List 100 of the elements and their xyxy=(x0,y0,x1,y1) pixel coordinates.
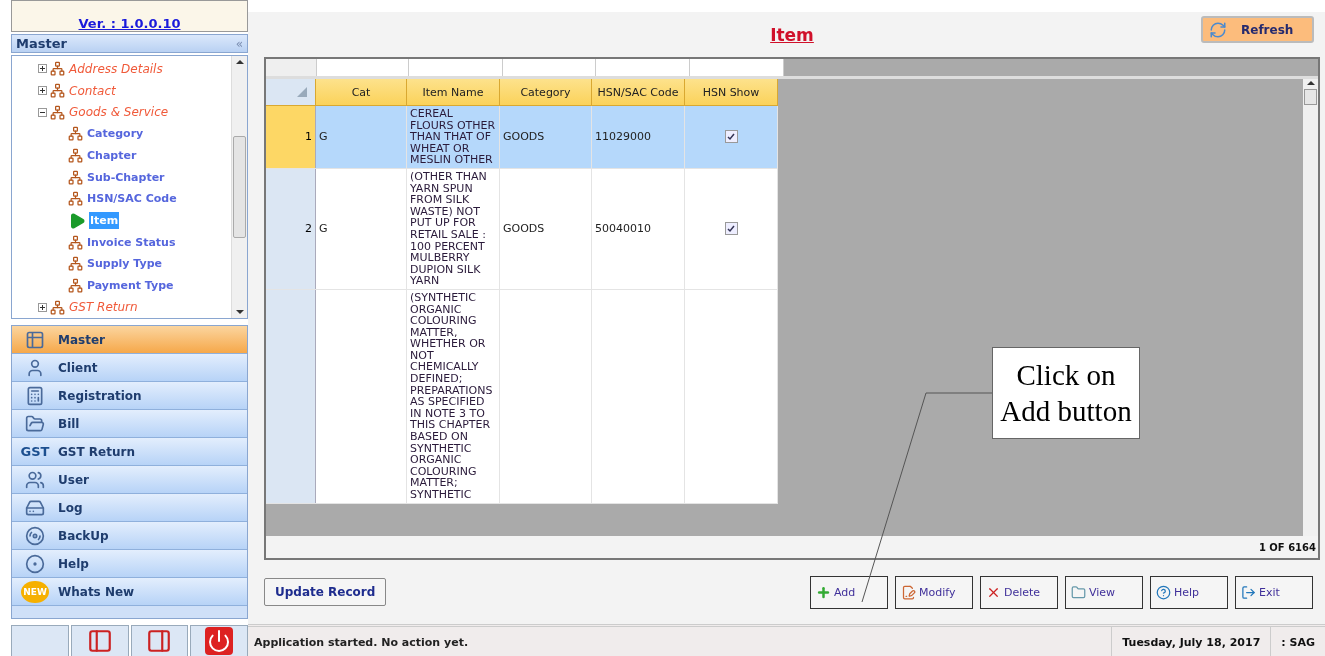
update-record-button[interactable]: Update Record xyxy=(264,578,387,606)
tree-item[interactable]: Category xyxy=(86,125,145,143)
scrollbar[interactable] xyxy=(231,56,247,318)
refresh-button[interactable]: Refresh xyxy=(1201,16,1314,43)
table-cell: 50040010 xyxy=(595,222,651,236)
table-cell: GOODS xyxy=(503,130,545,144)
nav-item[interactable]: User xyxy=(12,466,247,494)
nav-icon xyxy=(25,385,45,406)
nav-item[interactable]: Bill xyxy=(12,410,247,438)
table-cell-text: (SYNTHETIC ORGANIC COLOURING MATTER, WHETHER OR NOT CHEMICALLY DEFINED; PREPARATIONS AS SPECIFIED IN NOTE 3 TO THIS CHAPTER BASED ON SYNTHETIC ORGANIC COLOURING MATTER; SYNTHETIC xyxy=(410,291,494,501)
refresh-icon xyxy=(1209,20,1227,39)
node-icon xyxy=(50,299,65,315)
node-icon xyxy=(68,191,83,207)
node-icon xyxy=(68,169,83,185)
filter-field[interactable] xyxy=(409,59,503,76)
nav-item[interactable]: Log xyxy=(12,494,247,522)
arrow-icon xyxy=(68,211,86,230)
tree-item[interactable]: Invoice Status xyxy=(86,233,177,251)
exit-icon xyxy=(1241,584,1256,600)
badge-icon: NEW xyxy=(21,580,49,603)
panel-title: Master xyxy=(16,36,67,51)
status-message: Application started. No action yet. xyxy=(253,635,470,649)
filter-field[interactable] xyxy=(596,59,690,76)
column-header[interactable]: HSN Show xyxy=(685,79,778,106)
tree-item[interactable]: Chapter xyxy=(86,147,138,164)
node-icon xyxy=(68,126,83,142)
row-header[interactable]: 1 xyxy=(266,106,316,168)
row-header[interactable] xyxy=(266,289,316,503)
folder-icon xyxy=(1071,584,1086,600)
column-header[interactable]: Item Name xyxy=(407,79,500,106)
action-button[interactable]: Modify xyxy=(895,575,973,609)
action-button[interactable]: Help xyxy=(1150,575,1228,609)
window-icon xyxy=(146,628,173,654)
table-cell: G xyxy=(319,222,328,236)
nav-item[interactable]: NEW Whats New xyxy=(12,578,247,606)
taskbar-button[interactable] xyxy=(70,625,129,656)
record-counter: 1 OF 6164 xyxy=(1258,541,1316,553)
tree-item[interactable]: Supply Type xyxy=(86,255,163,273)
checkbox[interactable] xyxy=(724,222,738,236)
nav-item[interactable]: Client xyxy=(12,354,247,382)
nav-icon xyxy=(25,357,45,378)
window-icon xyxy=(86,628,113,654)
nav-icon xyxy=(25,525,45,546)
badge-icon: GST xyxy=(20,444,50,459)
table-cell: CEREAL FLOURS OTHER THAN THAT OF WHEAT OR MESLIN OTHER xyxy=(410,108,496,166)
nav-item[interactable]: BackUp xyxy=(12,522,247,550)
page-title: Item xyxy=(770,24,814,45)
node-icon xyxy=(68,148,83,163)
action-button[interactable]: Add xyxy=(810,575,888,609)
plus-icon[interactable] xyxy=(38,86,47,95)
nav-item[interactable]: Help xyxy=(12,550,247,578)
select-all-header[interactable] xyxy=(266,79,316,106)
filter-field[interactable] xyxy=(503,59,596,76)
node-icon xyxy=(68,256,83,272)
tree-item[interactable]: Payment Type xyxy=(86,277,175,295)
node-icon xyxy=(68,278,83,294)
table-cell: GOODS xyxy=(503,222,545,236)
edit-icon xyxy=(901,584,916,600)
nav-icon xyxy=(25,413,45,434)
table-cell: G xyxy=(319,130,328,144)
column-header[interactable]: Category xyxy=(500,79,592,106)
plus-icon[interactable] xyxy=(38,302,47,312)
callout-text: Click on Add button xyxy=(999,358,1133,429)
filter-field[interactable] xyxy=(317,59,409,76)
table-row[interactable]: 2 G (OTHER THAN YARN SPUN FROM SILK WASTE) NOT PUT UP FOR RETAIL SALE : 100 PERCENT MULBERRY DUPION SILK YARN GOODS 50040010 xyxy=(266,168,778,290)
power-icon xyxy=(205,627,234,655)
action-button[interactable]: View xyxy=(1065,575,1143,609)
nav-icon xyxy=(25,553,45,574)
scrollbar[interactable] xyxy=(1303,79,1318,536)
column-header[interactable]: HSN/SAC Code xyxy=(592,79,685,106)
plus-icon xyxy=(816,584,831,600)
action-button[interactable]: Delete xyxy=(980,575,1058,609)
status-date: Tuesday, July 18, 2017 xyxy=(1111,627,1271,656)
node-icon xyxy=(50,61,65,77)
tree-item[interactable]: HSN/SAC Code xyxy=(86,190,178,208)
node-icon xyxy=(50,83,65,98)
row-header[interactable]: 2 xyxy=(266,168,316,289)
filter-corner xyxy=(266,59,317,76)
table-cell: 11029000 xyxy=(595,130,651,144)
checkbox[interactable] xyxy=(724,130,738,144)
table-row[interactable]: 1 G CEREAL FLOURS OTHER THAN THAT OF WHEAT OR MESLIN OTHER GOODS 11029000 xyxy=(266,106,778,169)
filter-field[interactable] xyxy=(690,59,784,76)
power-button[interactable] xyxy=(190,625,248,656)
nav-item[interactable]: GST GST Return xyxy=(12,438,247,466)
version-text: Ver. : 1.0.0.10 xyxy=(78,16,181,31)
node-icon xyxy=(68,234,83,250)
action-button[interactable]: Exit xyxy=(1235,575,1313,609)
status-user: : SAG xyxy=(1270,627,1325,656)
node-icon xyxy=(50,104,65,120)
nav-icon xyxy=(25,329,45,350)
tree-item[interactable]: Sub-Chapter xyxy=(86,168,166,186)
nav-item[interactable]: Master xyxy=(12,326,247,354)
table-row[interactable]: (SYNTHETIC ORGANIC COLOURING MATTER, WHETHER OR NOT CHEMICALLY DEFINED; PREPARATIONS AS SPECIFIED IN NOTE 3 TO THIS CHAPTER BASED ON SYNTHETIC ORGANIC COLOURING MATTER; SYNTHETIC xyxy=(266,289,778,504)
taskbar-button[interactable] xyxy=(130,625,189,656)
help-icon xyxy=(1156,584,1171,600)
nav-icon xyxy=(25,469,45,490)
minus-icon[interactable] xyxy=(38,107,47,117)
nav-item[interactable]: Registration xyxy=(12,382,247,410)
plus-icon[interactable] xyxy=(38,64,47,74)
column-header[interactable]: Cat xyxy=(316,79,407,106)
